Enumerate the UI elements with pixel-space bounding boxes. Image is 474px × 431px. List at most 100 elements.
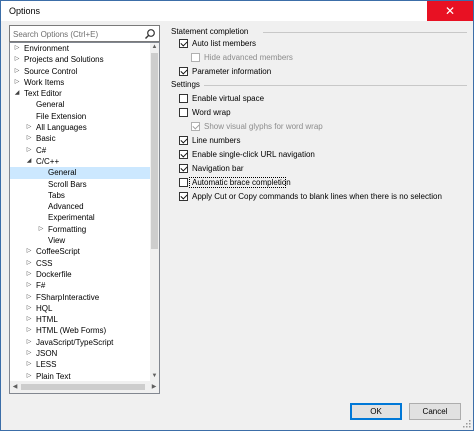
tree-item-label: Source Control [24, 66, 78, 76]
tree-item[interactable]: ▷ Projects and Solutions [10, 54, 150, 65]
tree-item[interactable]: General [10, 99, 150, 110]
search-icon[interactable] [144, 28, 156, 40]
tree-item-label: File Extension [36, 111, 87, 121]
tree-item-label: HQL [36, 303, 53, 313]
collapsed-arrow-icon[interactable]: ▷ [25, 348, 33, 359]
horizontal-scroll-thumb[interactable] [21, 384, 145, 390]
close-button[interactable]: ✕ [427, 1, 473, 21]
collapsed-arrow-icon[interactable]: ▷ [13, 54, 21, 65]
collapsed-arrow-icon[interactable]: ▷ [25, 303, 33, 314]
tree-item-label: F# [36, 281, 46, 291]
cancel-button[interactable]: Cancel [409, 403, 461, 420]
collapsed-arrow-icon[interactable]: ▷ [37, 224, 45, 235]
tree-item[interactable]: General [10, 167, 150, 179]
vertical-scroll-thumb[interactable] [151, 53, 158, 249]
expanded-arrow-icon[interactable]: ◢ [13, 88, 21, 99]
search-box[interactable] [9, 25, 160, 42]
tree-item-label: C# [36, 145, 47, 155]
automatic-brace-completion-box[interactable] [179, 178, 188, 187]
collapsed-arrow-icon[interactable]: ▷ [25, 359, 33, 370]
tree-item[interactable]: View [10, 235, 150, 246]
scroll-left-icon[interactable]: ◀ [10, 381, 20, 393]
enable-virtual-space-box[interactable] [179, 94, 188, 103]
tree-item-label: Text Editor [24, 89, 62, 99]
navigation-bar-box[interactable] [179, 164, 188, 173]
collapsed-arrow-icon[interactable]: ▷ [25, 325, 33, 336]
scroll-right-icon[interactable]: ▶ [149, 381, 159, 393]
auto-list-members-label: Auto list members [192, 39, 257, 48]
tree-item[interactable]: ▷ HQL [10, 303, 150, 314]
title-bar[interactable]: Options ✕ [1, 1, 473, 21]
tree-item[interactable]: ▷ Basic [10, 133, 150, 144]
tree-item[interactable]: ▷ HTML [10, 314, 150, 325]
tree-item[interactable]: ▷ FSharpInteractive [10, 292, 150, 303]
tree-item[interactable]: ▷ Work Items [10, 77, 150, 88]
collapsed-arrow-icon[interactable]: ▷ [25, 314, 33, 325]
search-input[interactable] [13, 28, 141, 40]
tree-item-label: Tabs [48, 190, 65, 200]
tree-item[interactable]: ◢ C/C++ [10, 156, 150, 167]
collapsed-arrow-icon[interactable]: ▷ [13, 43, 21, 54]
tree-item[interactable]: ▷ JavaScript/TypeScript [10, 337, 150, 348]
tree-item[interactable]: Tabs [10, 190, 150, 201]
tree-item-label: CSS [36, 258, 53, 268]
scroll-up-icon[interactable]: ▲ [150, 43, 159, 52]
single-click-url-box[interactable] [179, 150, 188, 159]
tree-item-label: All Languages [36, 123, 87, 133]
tree-item-label: General [36, 100, 65, 110]
tree-vertical-scrollbar[interactable]: ▲ ▼ [150, 43, 159, 381]
show-visual-glyphs-box[interactable] [191, 122, 200, 131]
tree-item[interactable]: ▷ All Languages [10, 122, 150, 133]
tree-item[interactable]: Experimental [10, 212, 150, 223]
tree-item[interactable]: ▷ CoffeeScript [10, 246, 150, 257]
ok-button[interactable]: OK [350, 403, 402, 420]
collapsed-arrow-icon[interactable]: ▷ [25, 122, 33, 133]
options-tree[interactable]: ▷ Environment ▷ Projects and Solutions ▷ Sour… [9, 42, 160, 394]
tree-item[interactable]: File Extension [10, 111, 150, 122]
line-numbers-box[interactable] [179, 136, 188, 145]
collapsed-arrow-icon[interactable]: ▷ [13, 77, 21, 88]
tree-item-label: HTML (Web Forms) [36, 326, 107, 336]
collapsed-arrow-icon[interactable]: ▷ [25, 258, 33, 269]
collapsed-arrow-icon[interactable]: ▷ [13, 66, 21, 77]
collapsed-arrow-icon[interactable]: ▷ [25, 280, 33, 291]
collapsed-arrow-icon[interactable]: ▷ [25, 269, 33, 280]
settings-heading: Settings [171, 80, 200, 89]
tree-item-label: Basic [36, 134, 56, 144]
tree-item[interactable]: ▷ Dockerfile [10, 269, 150, 280]
tree-item[interactable]: ▷ Source Control [10, 66, 150, 77]
collapsed-arrow-icon[interactable]: ▷ [25, 145, 33, 156]
tree-horizontal-scrollbar[interactable]: ◀ ▶ [10, 381, 159, 393]
tree-item[interactable]: ◢ Text Editor [10, 88, 150, 99]
expanded-arrow-icon[interactable]: ◢ [25, 156, 33, 167]
tree-item[interactable]: ▷ Environment [10, 43, 150, 54]
tree-item[interactable]: Scroll Bars [10, 179, 150, 190]
scroll-down-icon[interactable]: ▼ [150, 372, 159, 381]
tree-item[interactable]: ▷ C# [10, 145, 150, 156]
collapsed-arrow-icon[interactable]: ▷ [25, 133, 33, 144]
hide-advanced-members-label: Hide advanced members [204, 53, 293, 62]
tree-item-label: FSharpInteractive [36, 292, 100, 302]
word-wrap-box[interactable] [179, 108, 188, 117]
tree-item[interactable]: Advanced [10, 201, 150, 212]
hide-advanced-members-box[interactable] [191, 53, 200, 62]
tree-item[interactable]: ▷ LESS [10, 359, 150, 370]
resize-grip-icon[interactable] [463, 420, 471, 428]
collapsed-arrow-icon[interactable]: ▷ [25, 337, 33, 348]
collapsed-arrow-icon[interactable]: ▷ [25, 246, 33, 257]
auto-list-members-box[interactable] [179, 39, 188, 48]
tree-item[interactable]: ▷ HTML (Web Forms) [10, 325, 150, 336]
show-visual-glyphs-label: Show visual glyphs for word wrap [204, 122, 323, 131]
tree-item[interactable]: ▷ JSON [10, 348, 150, 359]
parameter-information-box[interactable] [179, 67, 188, 76]
tree-item-label: HTML [36, 315, 58, 325]
tree-item[interactable]: ▷ Formatting [10, 224, 150, 235]
tree-item-label: C/C++ [36, 156, 60, 166]
apply-cut-copy-box[interactable] [179, 192, 188, 201]
tree-item[interactable]: ▷ CSS [10, 258, 150, 269]
tree-item-label: Environment [24, 44, 69, 53]
settings-divider [204, 85, 467, 86]
tree-item[interactable]: ▷ F# [10, 280, 150, 291]
statement-completion-divider [263, 32, 467, 33]
collapsed-arrow-icon[interactable]: ▷ [25, 292, 33, 303]
